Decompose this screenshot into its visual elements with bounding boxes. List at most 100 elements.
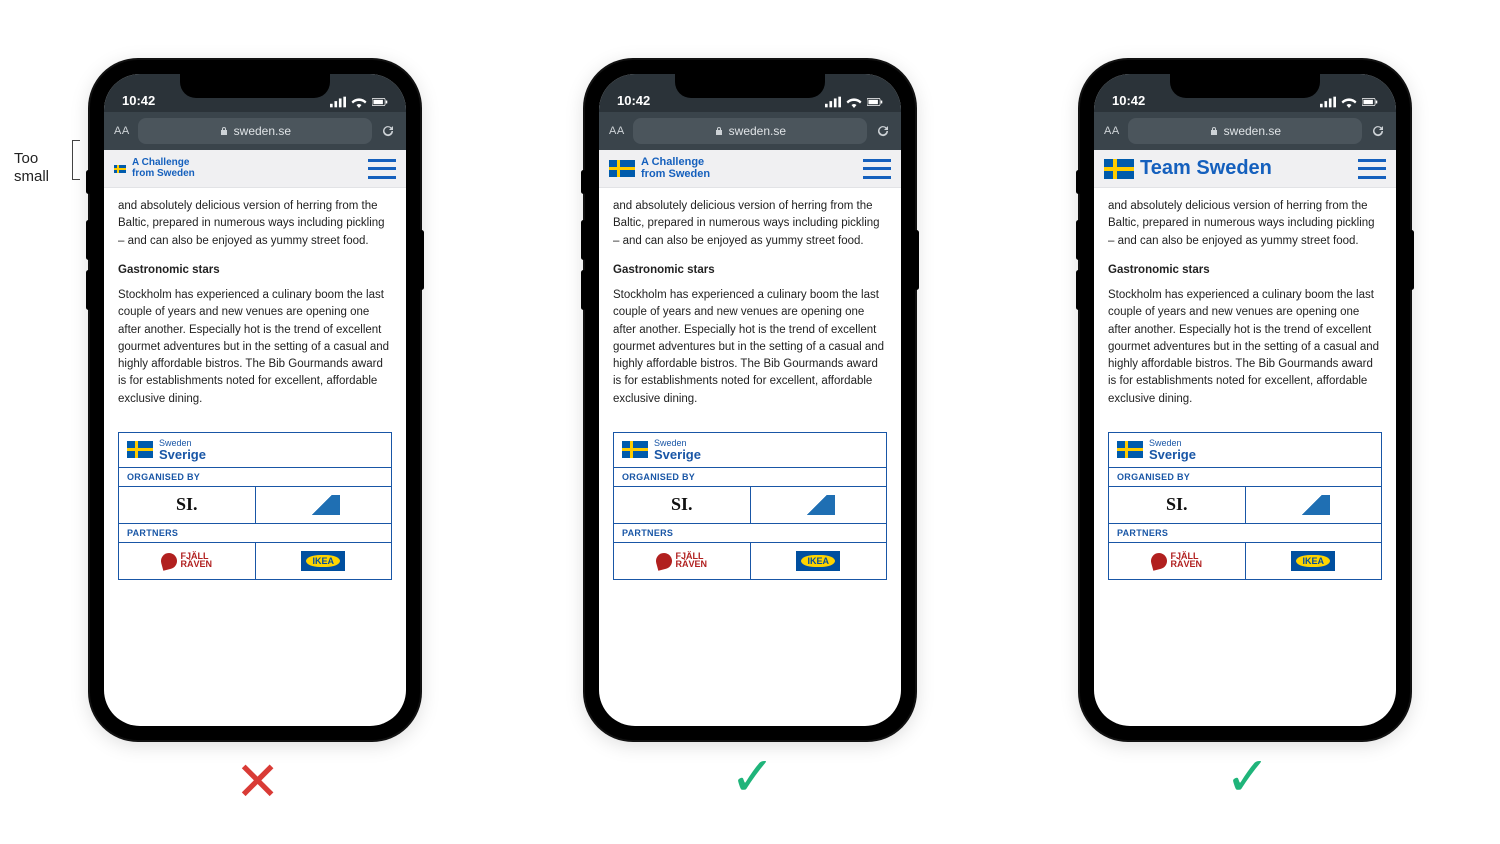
partner-footer: Sweden Sverige ORGANISED BY SI. PARTNERS… bbox=[118, 432, 392, 580]
battery-icon bbox=[372, 96, 388, 108]
menu-button[interactable] bbox=[863, 159, 891, 179]
subheading: Gastronomic stars bbox=[613, 262, 887, 279]
footer-head-2: Sverige bbox=[1149, 448, 1196, 461]
partner-ikea[interactable]: IKEA bbox=[1245, 543, 1382, 579]
page-topbar: Team Sweden bbox=[1094, 150, 1396, 188]
logo-line-2: from Sweden bbox=[641, 169, 710, 181]
phone-mockup-3: 10:42 AA sweden.se T bbox=[1080, 60, 1410, 740]
article-body: and absolutely delicious version of herr… bbox=[104, 188, 406, 424]
browser-url-bar: AA sweden.se bbox=[1094, 112, 1396, 150]
signal-icon bbox=[1320, 96, 1336, 108]
annotation-bracket bbox=[72, 140, 80, 180]
sweden-flag-icon bbox=[622, 441, 648, 458]
partner-business-sweden[interactable] bbox=[255, 487, 392, 523]
url-box[interactable]: sweden.se bbox=[138, 118, 372, 144]
sweden-flag-icon bbox=[1104, 159, 1134, 179]
verdict-correct-icon: ✓ bbox=[730, 745, 775, 808]
phone-mockup-1: 10:42 AA sweden.se bbox=[90, 60, 420, 740]
partner-business-sweden[interactable] bbox=[1245, 487, 1382, 523]
phone-mockup-2: 10:42 AA sweden.se bbox=[585, 60, 915, 740]
partner-ikea[interactable]: IKEA bbox=[750, 543, 887, 579]
paragraph-1: and absolutely delicious version of herr… bbox=[118, 198, 392, 250]
url-host: sweden.se bbox=[729, 124, 786, 138]
wifi-icon bbox=[846, 96, 862, 108]
url-host: sweden.se bbox=[234, 124, 291, 138]
organised-by-label: ORGANISED BY bbox=[614, 467, 886, 486]
partners-label: PARTNERS bbox=[614, 523, 886, 542]
status-time: 10:42 bbox=[1112, 93, 1145, 108]
organised-by-label: ORGANISED BY bbox=[119, 467, 391, 486]
article-body: and absolutely delicious version of herr… bbox=[599, 188, 901, 424]
status-icons bbox=[825, 96, 883, 108]
partner-footer: Sweden Sverige ORGANISED BY SI. PARTNERS… bbox=[1108, 432, 1382, 580]
fjallraven-icon bbox=[655, 551, 675, 571]
partner-fjallraven[interactable]: FJÄLLRÄVEN bbox=[614, 543, 750, 579]
status-icons bbox=[1320, 96, 1378, 108]
partner-ikea[interactable]: IKEA bbox=[255, 543, 392, 579]
subheading: Gastronomic stars bbox=[118, 262, 392, 279]
verdict-correct-icon: ✓ bbox=[1225, 745, 1270, 808]
status-time: 10:42 bbox=[122, 93, 155, 108]
url-host: sweden.se bbox=[1224, 124, 1281, 138]
partner-fjallraven[interactable]: FJÄLLRÄVEN bbox=[119, 543, 255, 579]
logo-text: Team Sweden bbox=[1140, 157, 1272, 180]
status-icons bbox=[330, 96, 388, 108]
business-sweden-icon bbox=[801, 495, 835, 515]
reload-icon[interactable] bbox=[875, 123, 891, 139]
url-box[interactable]: sweden.se bbox=[633, 118, 867, 144]
status-time: 10:42 bbox=[617, 93, 650, 108]
text-size-control[interactable]: AA bbox=[1104, 125, 1120, 137]
logo-line-1: A Challenge bbox=[132, 158, 195, 169]
phone-notch bbox=[675, 74, 825, 98]
menu-button[interactable] bbox=[368, 159, 396, 179]
partners-label: PARTNERS bbox=[1109, 523, 1381, 542]
partner-footer: Sweden Sverige ORGANISED BY SI. PARTNERS… bbox=[613, 432, 887, 580]
partner-business-sweden[interactable] bbox=[750, 487, 887, 523]
battery-icon bbox=[1362, 96, 1378, 108]
paragraph-2: Stockholm has experienced a culinary boo… bbox=[118, 287, 392, 408]
partner-si[interactable]: SI. bbox=[1109, 487, 1245, 523]
fjallraven-icon bbox=[160, 551, 180, 571]
sweden-flag-icon bbox=[609, 160, 635, 177]
site-logo-medium[interactable]: A Challenge from Sweden bbox=[609, 157, 710, 180]
verdict-wrong-icon: ✕ bbox=[235, 750, 280, 813]
annotation-too-small: Too small bbox=[14, 150, 49, 186]
article-body: and absolutely delicious version of herr… bbox=[1094, 188, 1396, 424]
phone-notch bbox=[1170, 74, 1320, 98]
phone-notch bbox=[180, 74, 330, 98]
partner-si[interactable]: SI. bbox=[119, 487, 255, 523]
logo-line-2: from Sweden bbox=[132, 169, 195, 180]
paragraph-1: and absolutely delicious version of herr… bbox=[613, 198, 887, 250]
text-size-control[interactable]: AA bbox=[609, 125, 625, 137]
partners-label: PARTNERS bbox=[119, 523, 391, 542]
site-logo-small[interactable]: A Challenge from Sweden bbox=[114, 158, 195, 179]
signal-icon bbox=[825, 96, 841, 108]
page-topbar: A Challenge from Sweden bbox=[599, 150, 901, 188]
site-logo-large[interactable]: Team Sweden bbox=[1104, 157, 1272, 180]
battery-icon bbox=[867, 96, 883, 108]
signal-icon bbox=[330, 96, 346, 108]
url-box[interactable]: sweden.se bbox=[1128, 118, 1362, 144]
menu-button[interactable] bbox=[1358, 159, 1386, 179]
wifi-icon bbox=[351, 96, 367, 108]
sweden-flag-icon bbox=[114, 165, 126, 173]
paragraph-2: Stockholm has experienced a culinary boo… bbox=[1108, 287, 1382, 408]
page-topbar: A Challenge from Sweden bbox=[104, 150, 406, 188]
text-size-control[interactable]: AA bbox=[114, 125, 130, 137]
partner-si[interactable]: SI. bbox=[614, 487, 750, 523]
wifi-icon bbox=[1341, 96, 1357, 108]
reload-icon[interactable] bbox=[1370, 123, 1386, 139]
organised-by-label: ORGANISED BY bbox=[1109, 467, 1381, 486]
paragraph-1: and absolutely delicious version of herr… bbox=[1108, 198, 1382, 250]
partner-fjallraven[interactable]: FJÄLLRÄVEN bbox=[1109, 543, 1245, 579]
sweden-flag-icon bbox=[127, 441, 153, 458]
lock-icon bbox=[1209, 126, 1219, 136]
subheading: Gastronomic stars bbox=[1108, 262, 1382, 279]
footer-head-2: Sverige bbox=[654, 448, 701, 461]
fjallraven-icon bbox=[1150, 551, 1170, 571]
browser-url-bar: AA sweden.se bbox=[104, 112, 406, 150]
reload-icon[interactable] bbox=[380, 123, 396, 139]
footer-head-2: Sverige bbox=[159, 448, 206, 461]
lock-icon bbox=[714, 126, 724, 136]
lock-icon bbox=[219, 126, 229, 136]
